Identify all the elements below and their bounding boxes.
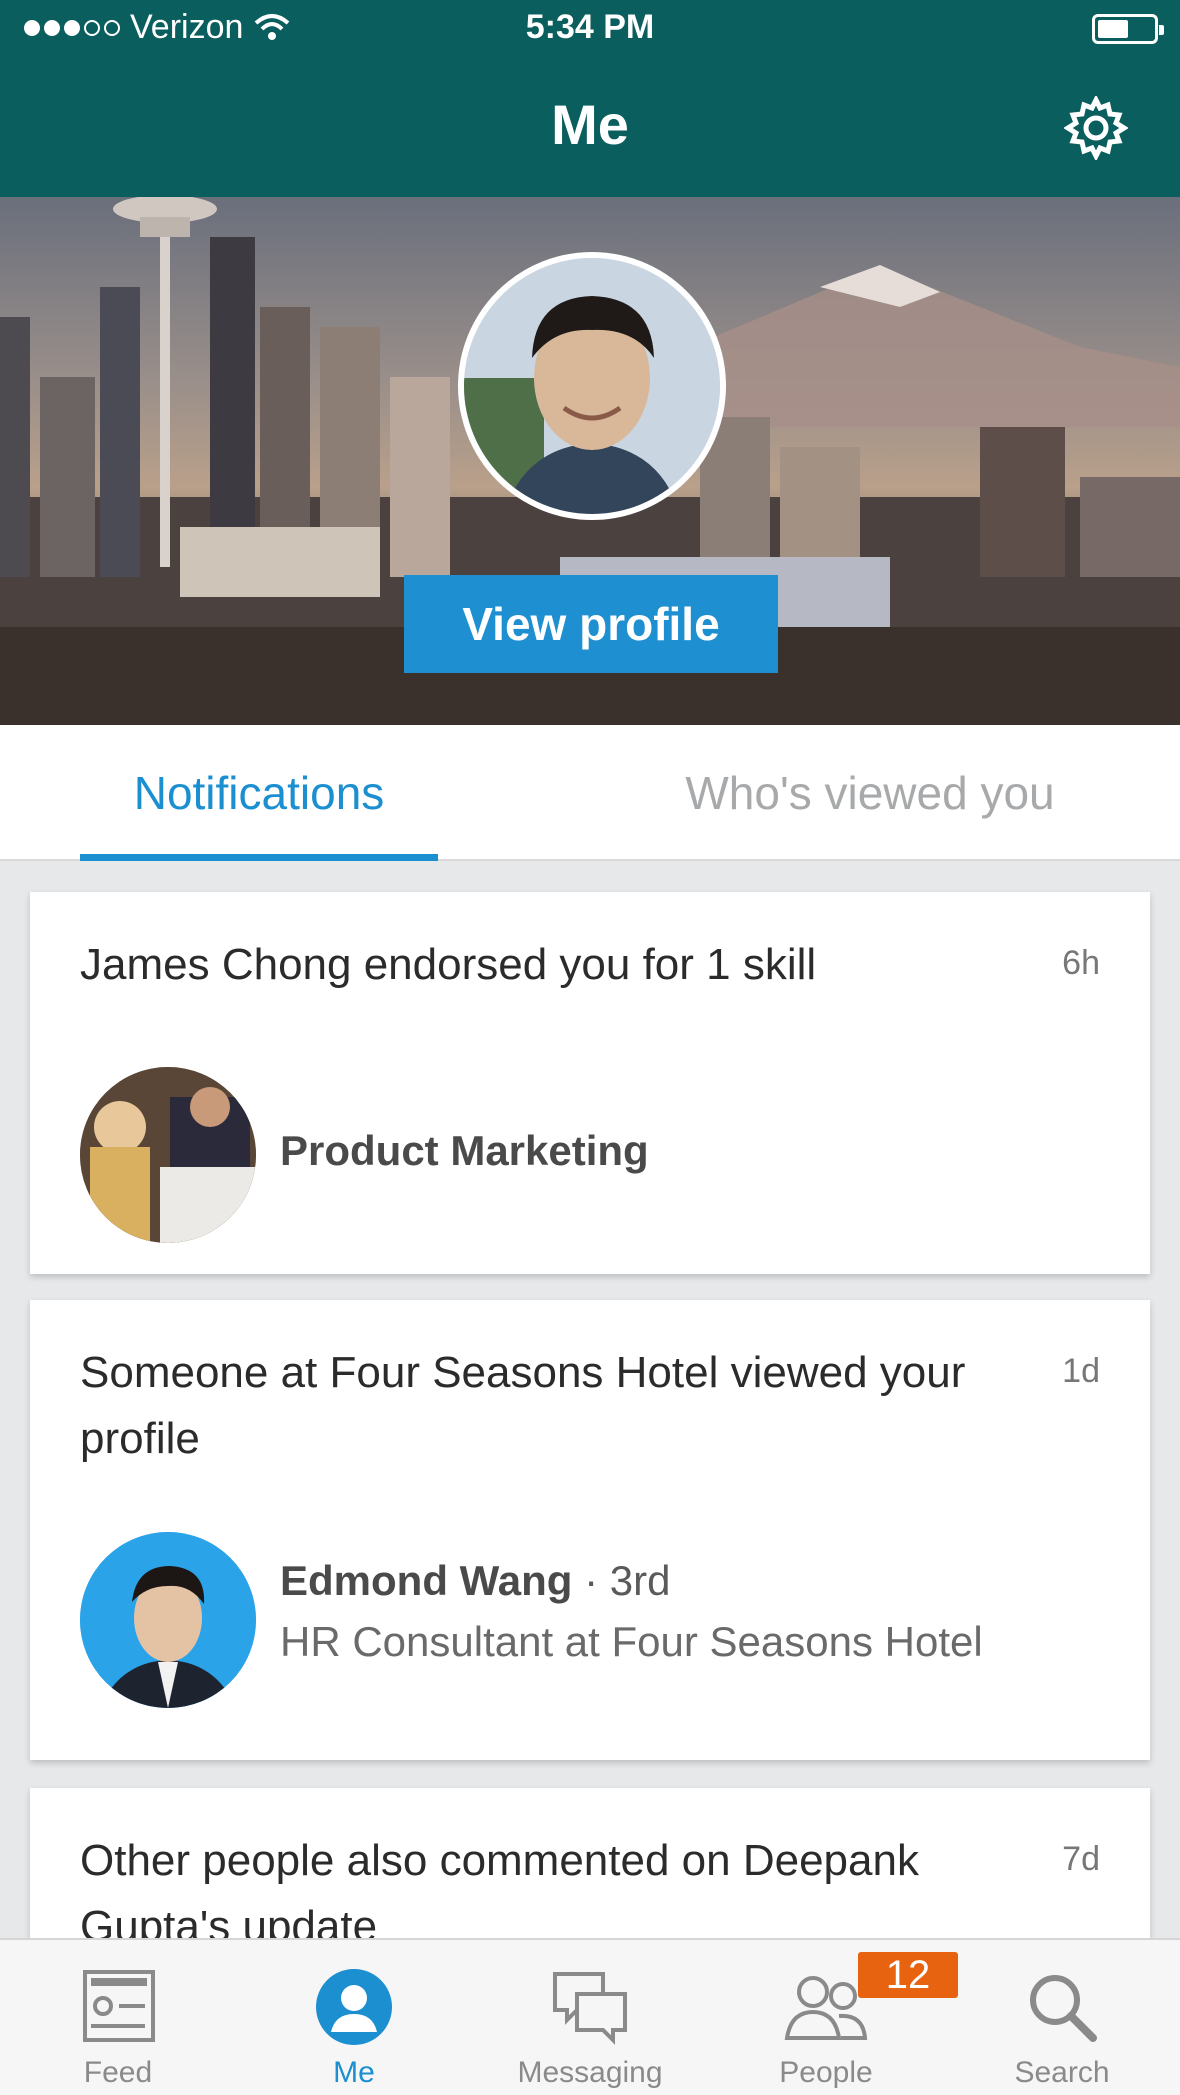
battery-icon	[1092, 14, 1164, 44]
tab-whos-viewed-you[interactable]: Who's viewed you	[620, 725, 1120, 861]
person-line: Edmond Wang · 3rd	[280, 1557, 670, 1605]
people-notification-badge: 12	[858, 1952, 958, 1998]
nav-search[interactable]: Search	[944, 1940, 1180, 2095]
bottom-nav: Feed Me Messaging People Search	[0, 1938, 1180, 2095]
status-bar: Verizon 5:34 PM	[0, 0, 1180, 58]
notification-title: Someone at Four Seasons Hotel viewed you…	[80, 1348, 966, 1463]
nav-feed[interactable]: Feed	[0, 1940, 236, 2095]
feed-icon	[83, 1970, 155, 2042]
view-profile-button[interactable]: View profile	[404, 575, 778, 673]
skill-name: Product Marketing	[280, 1127, 649, 1174]
profile-banner: View profile	[0, 197, 1180, 725]
nav-me[interactable]: Me	[236, 1940, 472, 2095]
nav-label: People	[779, 2056, 873, 2089]
nav-label: Search	[1014, 2056, 1110, 2089]
nav-label: Messaging	[517, 2056, 663, 2089]
notification-time: 6h	[1062, 944, 1100, 982]
person-avatar[interactable]	[80, 1532, 256, 1708]
profile-avatar[interactable]	[458, 252, 726, 520]
person-headline: HR Consultant at Four Seasons Hotel	[280, 1618, 983, 1665]
skill-avatar	[80, 1067, 256, 1243]
status-time: 5:34 PM	[525, 8, 655, 46]
app-screen: Verizon 5:34 PM Me View profile Notifica…	[0, 0, 1180, 2095]
header: Verizon 5:34 PM Me	[0, 0, 1180, 197]
connection-degree: · 3rd	[572, 1557, 671, 1604]
nav-label: Me	[333, 2056, 375, 2089]
page-title: Me	[551, 93, 629, 156]
nav-messaging[interactable]: Messaging	[472, 1940, 708, 2095]
person-name[interactable]: Edmond Wang	[280, 1557, 572, 1604]
search-icon	[1030, 1975, 1097, 2042]
me-icon	[316, 1969, 392, 2045]
gear-icon[interactable]	[1064, 96, 1128, 160]
tab-notifications[interactable]: Notifications	[80, 725, 438, 861]
notification-title: James Chong endorsed you for 1 skill	[80, 940, 817, 989]
messaging-icon	[553, 1972, 627, 2045]
tab-bar: Notifications Who's viewed you	[0, 725, 1180, 861]
notification-time: 7d	[1062, 1840, 1100, 1878]
people-icon	[784, 1976, 868, 2040]
notification-card[interactable]: James Chong endorsed you for 1 skill 6h …	[30, 892, 1150, 1274]
notification-card[interactable]: Someone at Four Seasons Hotel viewed you…	[30, 1300, 1150, 1760]
notification-time: 1d	[1062, 1352, 1100, 1390]
nav-label: Feed	[83, 2056, 153, 2089]
